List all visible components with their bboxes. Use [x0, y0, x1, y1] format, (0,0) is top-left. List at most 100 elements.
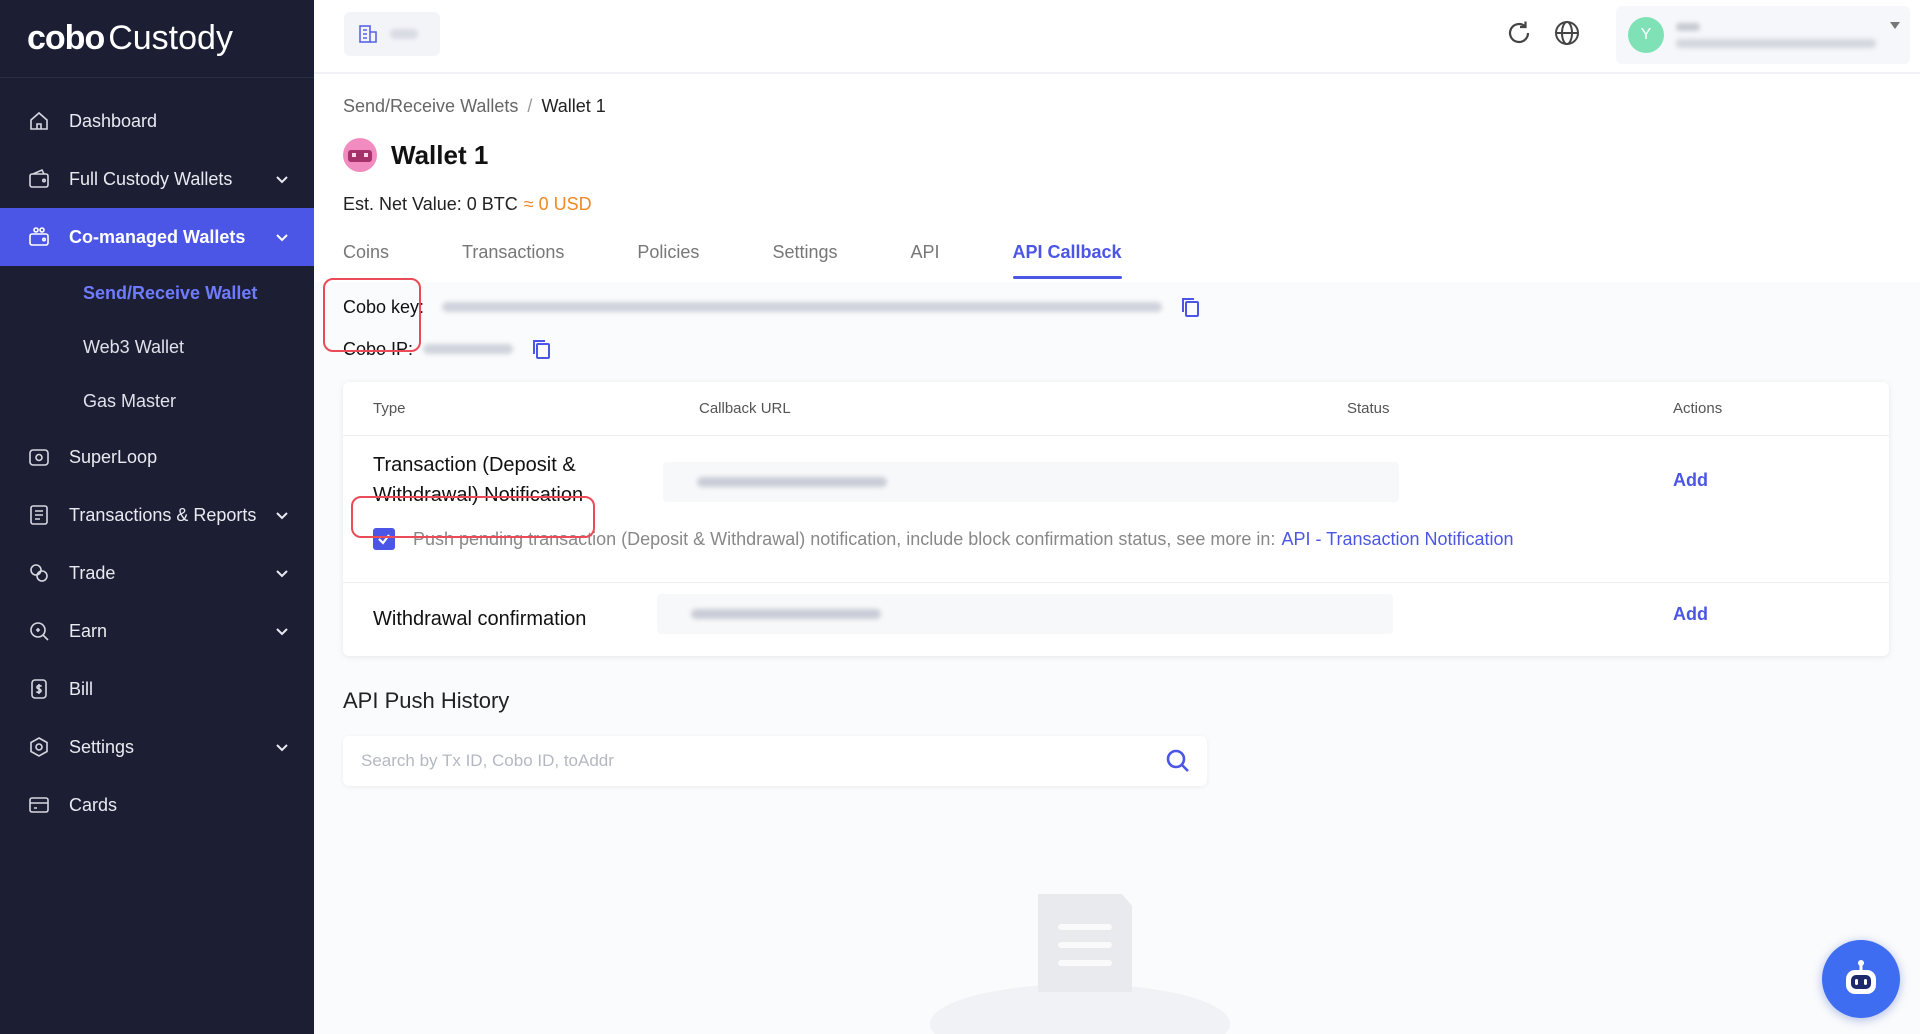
sidebar-item-label: Settings — [69, 736, 135, 757]
sidebar-item-dashboard[interactable]: Dashboard — [0, 92, 314, 150]
building-icon — [359, 25, 377, 43]
callback-url-field[interactable] — [663, 462, 1399, 502]
sidebar-item-bill[interactable]: Bill — [0, 660, 314, 718]
trade-icon — [27, 561, 51, 585]
sidebar-subitem-gas-master[interactable]: Gas Master — [0, 374, 314, 428]
estimated-net-value: Est. Net Value: 0 BTC ≈ 0 USD — [343, 194, 592, 215]
chevron-down-icon — [276, 234, 288, 242]
earn-icon — [27, 619, 51, 643]
robot-icon — [1846, 960, 1876, 994]
highlight-box — [323, 278, 421, 352]
user-info-redacted — [1676, 22, 1876, 48]
cobo-key-value-redacted — [442, 302, 1163, 312]
chevron-down-icon — [276, 744, 288, 752]
breadcrumb: Send/Receive Wallets / Wallet 1 — [343, 96, 606, 117]
add-callback-button[interactable]: Add — [1673, 604, 1708, 625]
sidebar-item-label: SuperLoop — [69, 446, 158, 467]
main-content: Send/Receive Wallets / Wallet 1 Wallet 1 E… — [314, 76, 1920, 1034]
sidebar-item-label: Bill — [69, 678, 94, 699]
home-icon — [27, 109, 51, 133]
tab-policies[interactable]: Policies — [637, 240, 699, 282]
cobo-key-row: Cobo key: — [343, 286, 1202, 328]
search-placeholder: Search by Tx ID, Cobo ID, toAddr — [361, 751, 614, 770]
sidebar-item-full-custody-wallets[interactable]: Full Custody Wallets — [0, 150, 314, 208]
chevron-down-icon — [276, 570, 288, 578]
shared-wallet-icon — [27, 225, 51, 249]
report-icon — [27, 503, 51, 527]
logo-wordmark: Custody — [108, 19, 233, 57]
breadcrumb-parent[interactable]: Send/Receive Wallets — [343, 96, 518, 116]
transaction-notification-link[interactable]: API - Transaction Notification — [1281, 529, 1513, 550]
page-title: Wallet 1 — [343, 138, 488, 172]
refresh-icon[interactable] — [1504, 18, 1534, 48]
sidebar-item-cards[interactable]: Cards — [0, 776, 314, 834]
sidebar-item-label: Full Custody Wallets — [69, 168, 233, 189]
empty-state-illustration — [930, 894, 1230, 1034]
logo-mark: cobo — [27, 19, 105, 57]
callback-table: Type Callback URL Status Actions Transac… — [343, 382, 1889, 656]
sidebar-item-label: Co-managed Wallets — [69, 226, 246, 247]
copy-icon[interactable] — [529, 337, 553, 361]
sidebar-item-label: Trade — [69, 562, 116, 583]
organization-switcher[interactable] — [344, 12, 440, 56]
callback-url-field[interactable] — [657, 594, 1393, 634]
sidebar-item-trade[interactable]: Trade — [0, 544, 314, 602]
tab-transactions[interactable]: Transactions — [462, 240, 564, 282]
column-header-callback-url: Callback URL — [699, 400, 791, 417]
cobo-ip-value-redacted — [423, 344, 514, 354]
bill-icon — [27, 677, 51, 701]
sidebar-subitem-send-receive-wallet[interactable]: Send/Receive Wallet — [0, 266, 314, 320]
cobo-ip-row: Cobo IP: — [343, 328, 1202, 370]
row-divider — [343, 582, 1889, 583]
callback-type-withdrawal-confirmation: Withdrawal confirmation — [373, 608, 587, 630]
copy-icon[interactable] — [1178, 295, 1202, 319]
sidebar-subitem-web3-wallet[interactable]: Web3 Wallet — [0, 320, 314, 374]
table-header: Type Callback URL Status Actions — [343, 382, 1889, 436]
breadcrumb-current: Wallet 1 — [541, 96, 606, 116]
globe-icon[interactable] — [1552, 18, 1582, 48]
sidebar-item-label: Earn — [69, 620, 108, 641]
wallet-avatar — [343, 138, 377, 172]
sidebar-item-settings[interactable]: Settings — [0, 718, 314, 776]
column-header-actions: Actions — [1673, 400, 1723, 417]
sidebar-item-co-managed-wallets[interactable]: Co-managed Wallets — [0, 208, 314, 266]
column-header-status: Status — [1347, 400, 1390, 417]
tab-api[interactable]: API — [910, 240, 939, 282]
add-callback-button[interactable]: Add — [1673, 470, 1708, 491]
loop-icon — [27, 445, 51, 469]
chevron-down-icon — [276, 176, 288, 184]
search-input[interactable]: Search by Tx ID, Cobo ID, toAddr — [343, 736, 1207, 786]
search-icon[interactable] — [1165, 748, 1191, 774]
cobo-credentials: Cobo key: Cobo IP: — [343, 286, 1202, 370]
caret-down-icon — [1890, 22, 1900, 29]
breadcrumb-separator: / — [527, 96, 533, 116]
sidebar-item-transactions-reports[interactable]: Transactions & Reports — [0, 486, 314, 544]
highlight-box — [351, 496, 595, 538]
wallet-name: Wallet 1 — [391, 139, 489, 170]
tab-coins[interactable]: Coins — [343, 240, 389, 282]
card-icon — [27, 793, 51, 817]
topbar: Y — [314, 0, 1920, 74]
sidebar-item-label: Transactions & Reports — [69, 504, 257, 525]
column-header-type: Type — [373, 400, 406, 417]
sidebar-item-earn[interactable]: Earn — [0, 602, 314, 660]
est-net-value-label: Est. Net Value: 0 BTC — [343, 194, 518, 214]
logo[interactable]: cobo Custody — [0, 0, 314, 78]
chevron-down-icon — [276, 512, 288, 520]
sidebar-item-label: Cards — [69, 794, 118, 815]
chatbot-button[interactable] — [1822, 940, 1900, 1018]
wallet-icon — [27, 167, 51, 191]
user-menu[interactable]: Y — [1616, 6, 1910, 64]
avatar: Y — [1628, 17, 1664, 53]
api-push-history-title: API Push History — [343, 688, 510, 713]
sidebar: cobo Custody Dashboard Full Custody Wall… — [0, 0, 314, 1034]
tab-settings[interactable]: Settings — [772, 240, 837, 282]
wallet-tabs: Coins Transactions Policies Settings API… — [343, 240, 1195, 282]
chevron-down-icon — [276, 628, 288, 636]
settings-icon — [27, 735, 51, 759]
sidebar-item-label: Dashboard — [69, 110, 158, 131]
est-usd-value: ≈ 0 USD — [523, 194, 592, 214]
tab-api-callback[interactable]: API Callback — [1012, 240, 1122, 282]
organization-name-redacted — [390, 29, 418, 39]
sidebar-item-superloop[interactable]: SuperLoop — [0, 428, 314, 486]
